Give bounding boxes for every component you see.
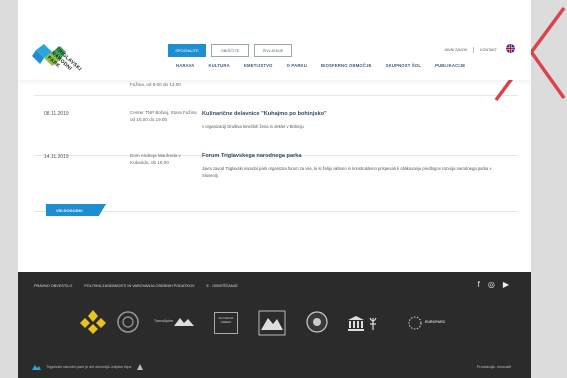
- link-javni-zavod[interactable]: JAVNI ZAVOD: [444, 48, 467, 52]
- tab-zivljenje[interactable]: ŽIVLJENJE: [254, 44, 292, 57]
- list-item: Fužina, od 9.00 do 13.00: [34, 80, 518, 96]
- link-e-obvescanje[interactable]: E - OBVEŠČANJE: [206, 284, 237, 288]
- julian-alps-icon: [32, 365, 41, 370]
- site-footer: PRAVNO OBVESTILO POLITIKA ZASEBNOSTI IN …: [18, 272, 531, 378]
- footer-links: PRAVNO OBVESTILO POLITIKA ZASEBNOSTI IN …: [34, 284, 238, 288]
- event-place: Fužina, od 9.00 do 13.00: [130, 82, 181, 87]
- small-emblem-icon: [136, 364, 143, 370]
- nav-item-publikacije[interactable]: PUBLIKACIJE: [435, 63, 465, 68]
- nav-item-o-parku[interactable]: O PARKU: [287, 63, 307, 68]
- partner-logo-mountain-badge-icon[interactable]: [258, 310, 286, 336]
- audience-tabs: SPOZNAJTE OBIŠČITE ŽIVLJENJE: [168, 44, 292, 57]
- link-kontakt[interactable]: KONTAKT: [480, 48, 497, 52]
- event-place: Dom Andreja Manfreda v Kobaridu, ob 16.0…: [130, 153, 181, 165]
- facebook-icon[interactable]: f: [478, 280, 480, 289]
- nav-item-kmetijstvo[interactable]: KMETIJSTVO: [244, 63, 273, 68]
- list-item[interactable]: 14.11.2019 Dom Andreja Manfreda v Kobari…: [34, 150, 518, 212]
- all-events-button[interactable]: VSI DOGODKI: [46, 204, 106, 216]
- list-item[interactable]: 08.11.2019 Center TNP Bohinj, Stara Fuži…: [34, 106, 518, 156]
- event-description: v organizaciji Društva kmečkih žena in d…: [202, 124, 304, 129]
- event-date: 14.11.2019: [44, 154, 69, 160]
- language-flag-icon[interactable]: [506, 44, 515, 53]
- page: TRIGLAVSKI NARODNI PARK SPOZNAJTE OBIŠČI…: [18, 0, 531, 378]
- partner-label: TransAlpine: [154, 319, 174, 323]
- divider: [473, 47, 475, 53]
- footer-note: Triglavski narodni park je del območja J…: [46, 365, 132, 369]
- footer-bottom: Triglavski narodni park je del območja J…: [32, 364, 143, 370]
- utility-links: JAVNI ZAVOD KONTAKT: [444, 47, 497, 53]
- youtube-icon[interactable]: ▶: [503, 280, 509, 289]
- nav-item-narava[interactable]: NARAVA: [176, 63, 195, 68]
- nav-item-kultura[interactable]: KULTURA: [209, 63, 230, 68]
- partner-logo-europarc[interactable]: EUROPARC: [408, 316, 458, 330]
- event-title[interactable]: Forum Triglavskega narodnega parka: [202, 153, 301, 159]
- partner-logo-slovenia-green[interactable]: SLOVENIA GREEN: [214, 312, 238, 334]
- partner-logo-transalpine[interactable]: TransAlpine: [154, 314, 198, 330]
- star-icon: [408, 316, 422, 330]
- nav-item-skupnost-sol[interactable]: SKUPNOST ŠOL: [386, 63, 421, 68]
- partner-logo-seal-icon[interactable]: [116, 310, 140, 334]
- site-header: TRIGLAVSKI NARODNI PARK SPOZNAJTE OBIŠČI…: [18, 0, 531, 80]
- partner-label: SLOVENIA GREEN: [218, 316, 234, 324]
- event-title[interactable]: Kulinarične delavnice "Kuhajmo po bohinj…: [202, 111, 327, 117]
- instagram-icon[interactable]: ◎: [488, 280, 495, 289]
- nav-item-biosferno-obmocje[interactable]: BIOSFERNO OBMOČJE: [321, 63, 372, 68]
- partner-logo-diamond-icon[interactable]: [80, 308, 106, 336]
- partner-label: EUROPARC: [425, 320, 446, 324]
- link-politika-zasebnosti[interactable]: POLITIKA ZASEBNOSTI IN VAROVANJA OSEBNIH…: [84, 284, 194, 288]
- event-place: Center TNP Bohinj, Stara Fužina od 15.00…: [130, 110, 197, 122]
- event-description: Javni zavod Triglavski narodni park orga…: [202, 166, 492, 178]
- partner-logo-round-emblem-icon[interactable]: [306, 311, 328, 333]
- main-nav: NARAVA KULTURA KMETIJSTVO O PARKU BIOSFE…: [176, 63, 465, 68]
- tab-obiscite[interactable]: OBIŠČITE: [211, 44, 249, 57]
- social-links: f ◎ ▶: [478, 280, 509, 289]
- event-date: 08.11.2019: [44, 111, 69, 117]
- production-credit[interactable]: Produkcija: Innovatif: [477, 365, 511, 369]
- partner-logos: TransAlpine SLOVENIA GREEN EUROPARC: [68, 308, 508, 338]
- partner-logo-unesco-icon[interactable]: [346, 314, 380, 332]
- link-pravno-obvestilo[interactable]: PRAVNO OBVESTILO: [34, 284, 72, 288]
- tab-spoznajte[interactable]: SPOZNAJTE: [168, 44, 206, 57]
